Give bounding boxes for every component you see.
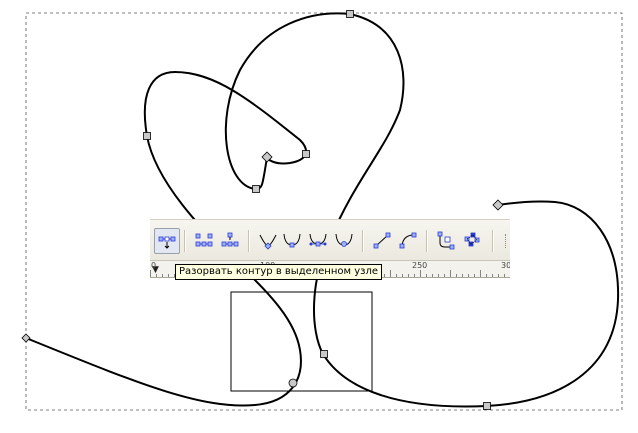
cusp-node-button[interactable]	[256, 228, 282, 254]
curve-segment-button[interactable]	[396, 228, 422, 254]
smooth-node-button[interactable]	[280, 228, 306, 254]
node-end-left[interactable]	[21, 333, 31, 343]
path-nodes[interactable]	[21, 10, 504, 410]
join-nodes-icon	[195, 233, 213, 247]
toolbar-separator	[492, 230, 494, 252]
toolbar-overflow-grip[interactable]	[505, 234, 508, 248]
tooltip: Разорвать контур в выделенном узле	[175, 264, 382, 280]
auto-smooth-node-button[interactable]	[332, 228, 358, 254]
stroke-to-path-button[interactable]	[460, 228, 486, 254]
insert-node-button[interactable]	[154, 228, 180, 254]
rectangle-object[interactable]	[230, 291, 373, 392]
node-selected[interactable]	[288, 378, 298, 388]
node-center[interactable]	[320, 350, 328, 358]
object-to-path-button[interactable]	[434, 228, 460, 254]
symmetric-node-button[interactable]	[306, 228, 332, 254]
node-loop-bottom[interactable]	[252, 185, 260, 193]
line-segment-icon	[373, 232, 391, 249]
symmetric-node-icon	[309, 233, 327, 247]
break-path-icon	[221, 232, 239, 247]
stroke-to-path-icon	[464, 232, 480, 247]
node-toolbar	[150, 219, 510, 261]
auto-smooth-node-icon	[335, 233, 353, 247]
line-segment-button[interactable]	[370, 228, 396, 254]
toolbar-separator	[184, 230, 186, 252]
bezier-path[interactable]	[25, 12, 620, 408]
smooth-node-icon	[283, 233, 301, 248]
toolbar-separator	[426, 230, 428, 252]
node-bottom-right[interactable]	[483, 402, 491, 410]
cusp-node-icon	[259, 234, 277, 250]
curve-segment-icon	[399, 232, 417, 249]
toolbar-separator	[248, 230, 250, 252]
node-top[interactable]	[346, 10, 354, 18]
join-nodes-button[interactable]	[192, 228, 218, 254]
node-loop-right[interactable]	[302, 150, 310, 158]
node-end-right[interactable]	[492, 199, 504, 211]
node-left[interactable]	[143, 132, 151, 140]
break-path-button[interactable]	[218, 228, 244, 254]
tooltip-text: Разорвать контур в выделенном узле	[179, 266, 378, 277]
object-to-path-icon	[437, 231, 455, 250]
toolbar-separator	[362, 230, 364, 252]
drawing-canvas[interactable]	[0, 0, 638, 433]
insert-node-icon	[158, 236, 176, 249]
